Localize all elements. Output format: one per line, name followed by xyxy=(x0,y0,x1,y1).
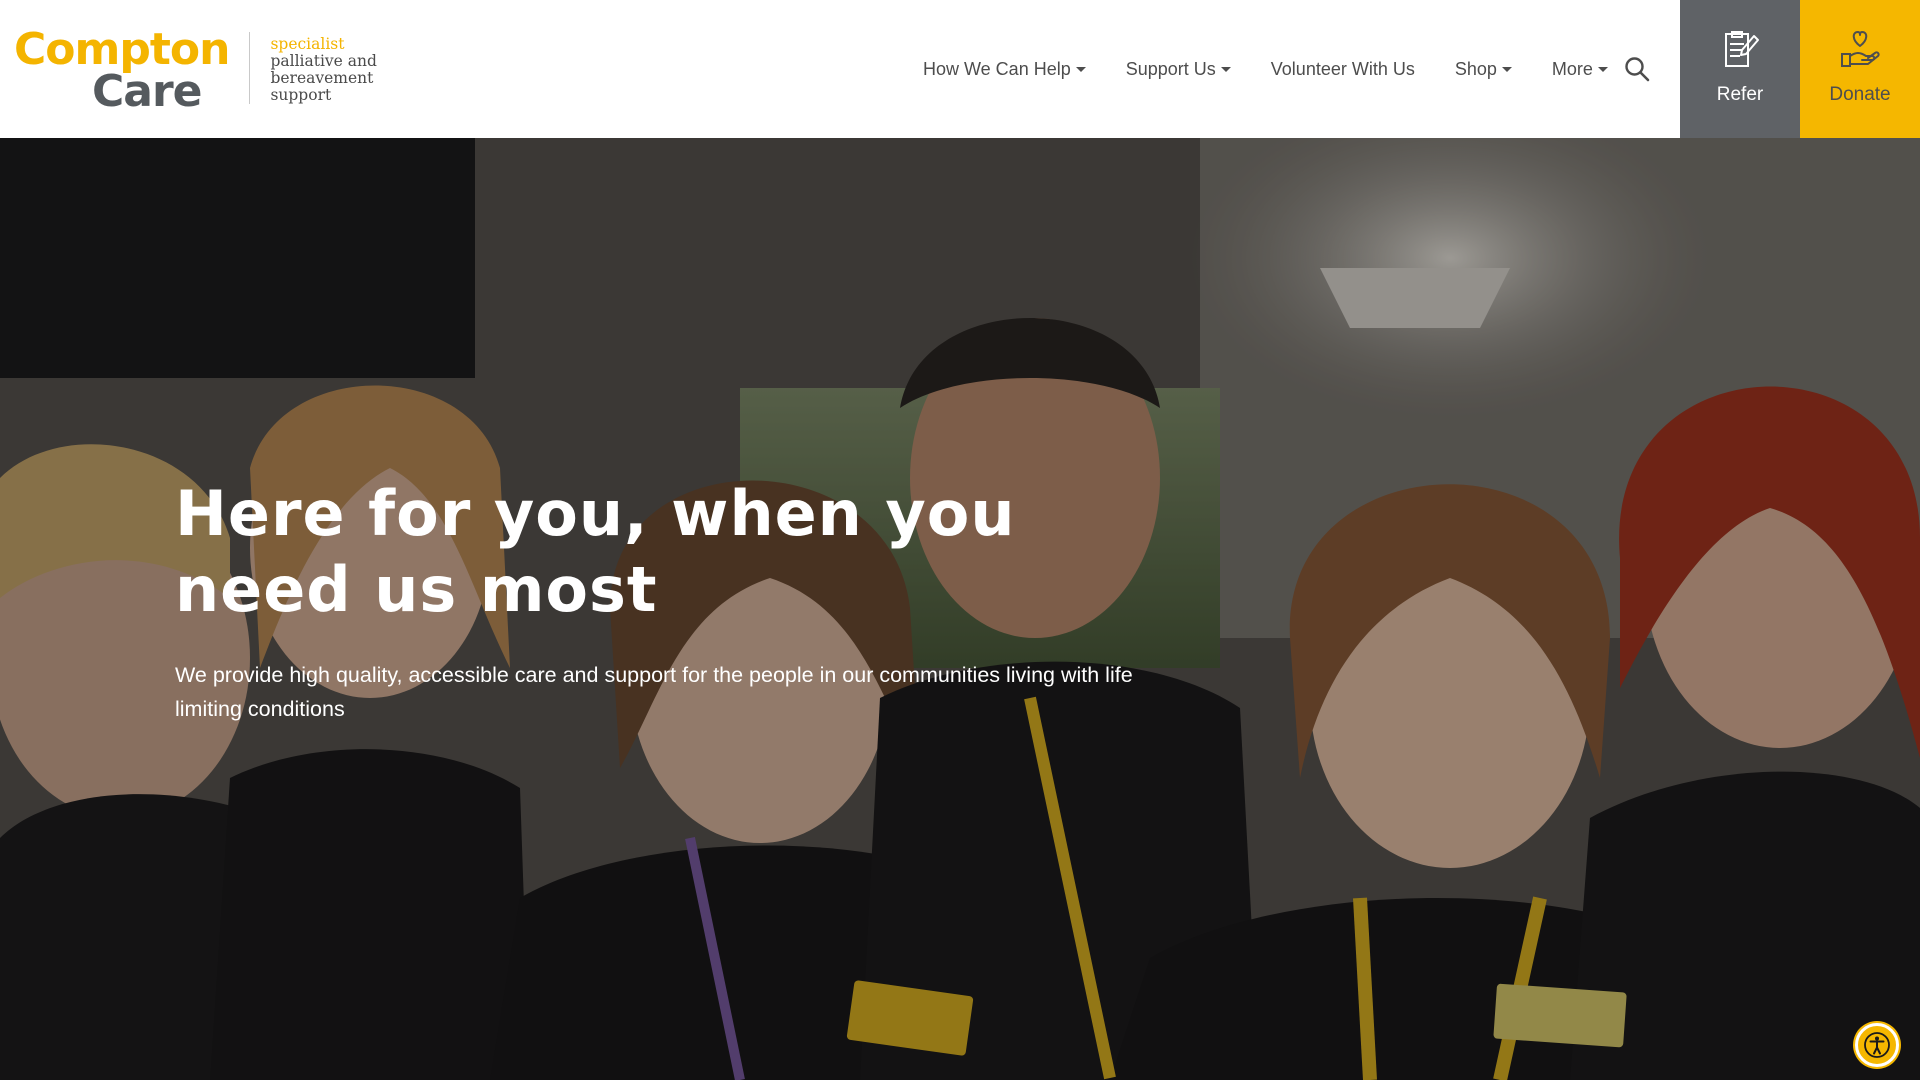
nav-item-label: Support Us xyxy=(1125,58,1216,79)
chevron-down-icon xyxy=(1075,67,1086,72)
nav-item-shop[interactable]: Shop xyxy=(1455,59,1512,80)
tagline-line: bereavement xyxy=(270,69,374,87)
hero-subtitle: We provide high quality, accessible care… xyxy=(175,663,1133,721)
tagline-line: support xyxy=(270,86,332,104)
nav-item-label: How We Can Help xyxy=(923,58,1071,79)
nav-item-how-we-can-help[interactable]: How We Can Help xyxy=(923,59,1086,80)
hero-title: Here for you, when you need us most xyxy=(175,477,1016,626)
chevron-down-icon xyxy=(1597,67,1608,72)
nav-item-support-us[interactable]: Support Us xyxy=(1126,59,1231,80)
accessibility-icon[interactable] xyxy=(1855,1023,1899,1067)
logo-name-line2: Care xyxy=(92,66,203,117)
heart-hand-icon xyxy=(1838,28,1882,72)
logo[interactable]: Compton Care specialist palliative and b… xyxy=(14,28,377,114)
tagline-line: palliative and xyxy=(270,52,377,70)
site-header: Compton Care specialist palliative and b… xyxy=(0,0,1920,138)
refer-button[interactable]: Refer xyxy=(1680,0,1800,138)
nav-item-label: More xyxy=(1551,58,1593,79)
logo-tagline: specialist palliative and bereavement su… xyxy=(270,36,376,104)
chevron-down-icon xyxy=(1220,67,1231,72)
clipboard-pen-icon xyxy=(1718,28,1762,72)
refer-label: Refer xyxy=(1716,84,1764,105)
main-nav: How We Can Help Support Us Volunteer Wit… xyxy=(923,0,1648,138)
tagline-accent: specialist xyxy=(270,35,345,53)
donate-button[interactable]: Donate xyxy=(1800,0,1920,138)
donate-label: Donate xyxy=(1829,84,1891,105)
nav-item-more[interactable]: More xyxy=(1552,59,1608,80)
nav-item-label: Volunteer With Us xyxy=(1270,58,1415,79)
logo-wordmark: Compton Care xyxy=(14,28,230,117)
chevron-down-icon xyxy=(1501,67,1512,72)
search-icon[interactable] xyxy=(1624,56,1650,82)
nav-item-volunteer-with-us[interactable]: Volunteer With Us xyxy=(1271,59,1415,80)
hero-banner: Here for you, when you need us most We p… xyxy=(0,138,1920,1080)
logo-divider xyxy=(249,32,251,104)
nav-item-label: Shop xyxy=(1454,58,1497,79)
